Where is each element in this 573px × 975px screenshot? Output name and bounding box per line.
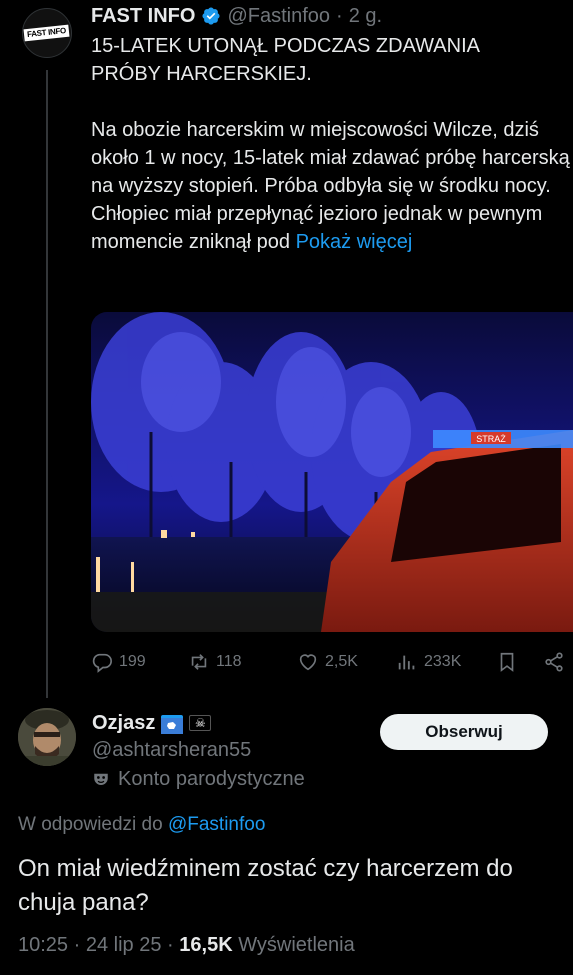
repost-icon	[191, 654, 207, 670]
repost-count: 118	[216, 653, 242, 670]
reply-name-row: Ozjasz ☠	[92, 710, 305, 736]
separator-dot: ·	[336, 5, 343, 27]
meta-separator-1: ·	[73, 934, 81, 956]
thread-connector-line	[46, 70, 48, 698]
reply-count: 199	[119, 653, 146, 670]
replying-to-prefix: W odpowiedzi do	[18, 814, 168, 835]
reply-author-block: Ozjasz ☠ @ashtarsheran55 Konto parodysty…	[92, 710, 305, 794]
fastinfo-avatar[interactable]: FAST INFO	[22, 8, 72, 58]
fastinfo-logo: FAST INFO	[23, 24, 71, 42]
reply-author-handle[interactable]: @ashtarsheran55	[92, 736, 305, 764]
author-handle[interactable]: @Fastinfoo	[227, 4, 330, 28]
avatar-photo	[18, 708, 76, 766]
original-tweet[interactable]: FAST INFO @Fastinfoo · 2 g. 15-LATEK UTO…	[91, 4, 573, 256]
bookmark-action[interactable]	[496, 648, 518, 676]
tweet-header: FAST INFO @Fastinfoo · 2 g.	[91, 4, 573, 28]
share-action[interactable]	[543, 648, 565, 676]
tweet-text: 15-LATEK UTONĄŁ PODCZAS ZDAWANIA PRÓBY H…	[91, 32, 573, 256]
pirate-flag-icon: ☠	[189, 715, 212, 731]
show-more-link[interactable]: Pokaż więcej	[296, 231, 413, 253]
analytics-icon	[398, 655, 415, 670]
reply-icon	[92, 653, 112, 673]
views-count: 233K	[424, 653, 462, 670]
tweet-text-content: 15-LATEK UTONĄŁ PODCZAS ZDAWANIA PRÓBY H…	[91, 35, 570, 253]
tweet-media-image[interactable]: STRAŻ	[91, 312, 573, 632]
mask-icon	[94, 773, 108, 785]
share-icon	[545, 652, 563, 672]
verified-badge-icon	[202, 7, 220, 25]
truck-label: STRAŻ	[476, 434, 506, 444]
tweet-time[interactable]: 2 g.	[349, 4, 382, 28]
reply-date[interactable]: 24 lip 25	[86, 934, 162, 956]
reply-author-name[interactable]: Ozjasz	[92, 710, 155, 736]
views-action[interactable]: 233K	[396, 648, 461, 676]
ozjasz-avatar[interactable]	[18, 708, 76, 766]
reply-action[interactable]: 199	[91, 648, 146, 676]
replying-to-handle[interactable]: @Fastinfoo	[168, 814, 265, 835]
reply-views-label: Wyświetlenia	[238, 934, 355, 956]
reply-time[interactable]: 10:25	[18, 934, 68, 956]
parody-account-label: Konto parodystyczne	[92, 764, 305, 794]
meta-separator-2: ·	[167, 934, 174, 956]
follow-button[interactable]: Obserwuj	[380, 714, 548, 750]
author-name[interactable]: FAST INFO	[91, 4, 195, 28]
like-count: 2,5K	[325, 653, 358, 670]
antarctica-flag-icon	[161, 718, 184, 734]
flag-icon	[161, 715, 184, 734]
parody-label-text: Konto parodystyczne	[118, 768, 305, 790]
reply-text: On miał wiedźminem zostać czy harcerzem …	[18, 855, 513, 916]
night-lake-fire-truck-photo: STRAŻ	[91, 312, 573, 632]
reply-views-count: 16,5K	[179, 934, 233, 956]
repost-action[interactable]: 118	[188, 648, 242, 676]
reply-meta: 10:25 · 24 lip 25 · 16,5K Wyświetlenia	[18, 934, 355, 957]
replying-to: W odpowiedzi do @Fastinfoo	[18, 814, 265, 836]
tweet-actions-bar: 199 118 2,5K 233K	[91, 648, 573, 676]
like-action[interactable]: 2,5K	[297, 648, 358, 676]
bookmark-icon	[500, 652, 514, 672]
heart-icon	[299, 654, 317, 671]
